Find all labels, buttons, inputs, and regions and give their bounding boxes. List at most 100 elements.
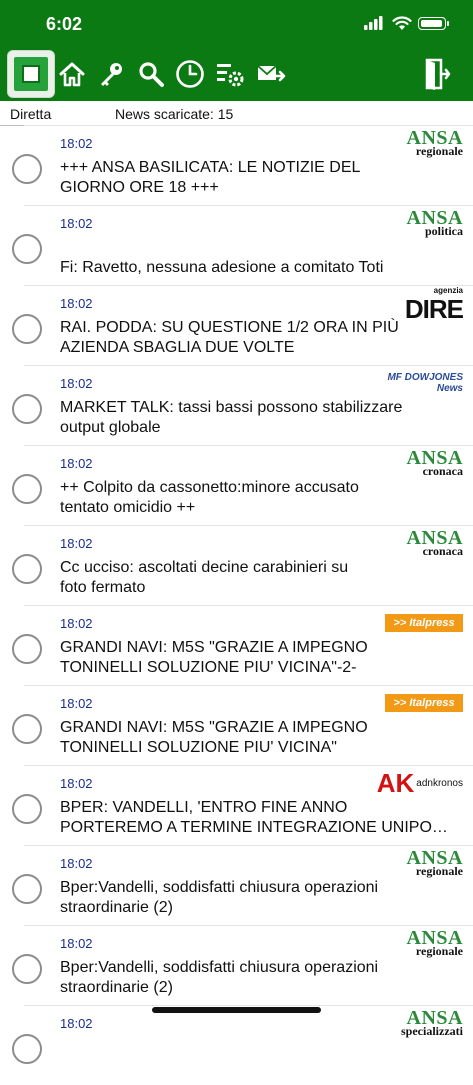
- row-divider: [24, 365, 473, 366]
- source-adn-mark: AK: [376, 768, 415, 798]
- row-divider: [24, 205, 473, 206]
- news-item[interactable]: 18:02 ANSA specializzati: [0, 1005, 473, 1085]
- status-bar: 6:02: [0, 0, 473, 50]
- app-header: 6:02: [0, 0, 473, 101]
- source-logo: ANSA regionale: [383, 928, 463, 958]
- news-time: 18:02: [60, 936, 93, 951]
- news-title[interactable]: +++ ANSA BASILICATA: LE NOTIZIE DEL GIOR…: [60, 158, 460, 198]
- mail-forward-icon[interactable]: [254, 50, 290, 98]
- home-icon[interactable]: [56, 50, 88, 98]
- source-logo: >> Italpress: [383, 688, 463, 718]
- row-divider: [24, 1005, 473, 1006]
- source-logo: ANSA regionale: [383, 848, 463, 878]
- source-logo: MF DOWJONES News: [383, 368, 463, 398]
- source-logo: ANSA cronaca: [383, 528, 463, 558]
- news-title[interactable]: MARKET TALK: tassi bassi possono stabili…: [60, 398, 460, 438]
- select-radio[interactable]: [12, 634, 42, 664]
- key-icon[interactable]: [94, 50, 128, 98]
- news-time: 18:02: [60, 616, 93, 631]
- select-radio[interactable]: [12, 154, 42, 184]
- source-logo: ANSA regionale: [383, 128, 463, 158]
- source-dire-wordmark: DIRE: [404, 293, 464, 324]
- select-radio[interactable]: [12, 954, 42, 984]
- news-item[interactable]: 18:02 MARKET TALK: tassi bassi possono st…: [0, 365, 473, 445]
- settings-icon[interactable]: [212, 50, 248, 98]
- row-divider: [24, 765, 473, 766]
- select-radio[interactable]: [12, 1034, 42, 1064]
- source-logo: agenzia DIRE: [383, 286, 464, 322]
- source-mf-news: News: [436, 383, 463, 394]
- news-time: 18:02: [60, 776, 93, 791]
- source-adn-wordmark: adnkronos: [416, 777, 463, 789]
- source-italpress-wordmark: >> Italpress: [385, 614, 463, 632]
- source-logo: ANSA specializzati: [383, 1008, 463, 1038]
- select-radio[interactable]: [12, 234, 42, 264]
- news-time: 18:02: [60, 856, 93, 871]
- news-title[interactable]: Cc ucciso: ascoltati decine carabinieri …: [60, 558, 460, 598]
- news-time: 18:02: [60, 536, 93, 551]
- select-radio[interactable]: [12, 474, 42, 504]
- live-tab[interactable]: Diretta: [10, 106, 51, 122]
- news-item[interactable]: 18:02 GRANDI NAVI: M5S "GRAZIE A IMPEGNO …: [0, 685, 473, 765]
- row-divider: [24, 685, 473, 686]
- news-item[interactable]: 18:02 ++ Colpito da cassonetto:minore acc…: [0, 445, 473, 525]
- source-ansa-section: regionale: [415, 863, 463, 878]
- source-ansa-section: cronaca: [422, 543, 463, 558]
- source-ansa-section: politica: [425, 223, 463, 238]
- toolbar: [0, 50, 473, 101]
- select-radio[interactable]: [12, 314, 42, 344]
- news-title[interactable]: BPER: VANDELLI, 'ENTRO FINE ANNO PORTERE…: [60, 798, 460, 838]
- row-divider: [24, 845, 473, 846]
- select-radio[interactable]: [12, 554, 42, 584]
- battery-icon: [418, 17, 449, 30]
- source-ansa-section: regionale: [415, 943, 463, 958]
- cellular-signal-icon: [364, 16, 383, 30]
- news-title[interactable]: ++ Colpito da cassonetto:minore accusato…: [60, 478, 460, 518]
- select-radio[interactable]: [12, 794, 42, 824]
- news-item[interactable]: 18:02 Bper:Vandelli, soddisfatti chiusura…: [0, 845, 473, 925]
- row-divider: [24, 925, 473, 926]
- source-logo: >> Italpress: [383, 608, 463, 638]
- exit-icon[interactable]: [418, 50, 454, 98]
- news-item[interactable]: 18:02 GRANDI NAVI: M5S "GRAZIE A IMPEGNO …: [0, 605, 473, 685]
- source-mf-wordmark: MF DOWJONES: [387, 372, 463, 383]
- news-time: 18:02: [60, 296, 93, 311]
- source-logo: AK adnkronos: [377, 768, 463, 798]
- select-radio[interactable]: [12, 874, 42, 904]
- downloaded-count: News scaricate: 15: [115, 106, 234, 122]
- news-title[interactable]: Bper:Vandelli, soddisfatti chiusura oper…: [60, 958, 460, 998]
- news-item[interactable]: 18:02 Cc ucciso: ascoltati decine carabin…: [0, 525, 473, 605]
- search-icon[interactable]: [134, 50, 168, 98]
- news-item[interactable]: 18:02 Bper:Vandelli, soddisfatti chiusura…: [0, 925, 473, 1005]
- row-divider: [24, 445, 473, 446]
- row-divider: [24, 125, 473, 126]
- news-item[interactable]: 18:02 Fi: Ravetto, nessuna adesione a co…: [0, 205, 473, 285]
- news-item[interactable]: 18:02 RAI. PODDA: SU QUESTIONE 1/2 ORA IN…: [0, 285, 473, 365]
- row-divider: [24, 605, 473, 606]
- news-time: 18:02: [60, 376, 93, 391]
- source-logo: ANSA cronaca: [383, 448, 463, 478]
- news-title[interactable]: GRANDI NAVI: M5S "GRAZIE A IMPEGNO TONIN…: [60, 638, 460, 678]
- select-radio[interactable]: [12, 714, 42, 744]
- source-ansa-section: cronaca: [422, 463, 463, 478]
- select-radio[interactable]: [12, 394, 42, 424]
- wifi-icon: [392, 16, 412, 30]
- news-time: 18:02: [60, 696, 93, 711]
- source-ansa-section: regionale: [415, 143, 463, 158]
- news-title[interactable]: Bper:Vandelli, soddisfatti chiusura oper…: [60, 878, 460, 918]
- news-time: 18:02: [60, 216, 93, 231]
- source-logo: ANSA politica: [383, 208, 463, 238]
- row-divider: [24, 285, 473, 286]
- news-title[interactable]: RAI. PODDA: SU QUESTIONE 1/2 ORA IN PIÙ …: [60, 318, 460, 358]
- app-logo-icon[interactable]: [8, 51, 54, 97]
- source-ansa-section: specializzati: [401, 1023, 463, 1038]
- news-item[interactable]: 18:02 BPER: VANDELLI, 'ENTRO FINE ANNO PO…: [0, 765, 473, 845]
- row-divider: [24, 525, 473, 526]
- status-time: 6:02: [46, 14, 83, 34]
- news-title[interactable]: GRANDI NAVI: M5S "GRAZIE A IMPEGNO TONIN…: [60, 718, 460, 758]
- news-time: 18:02: [60, 456, 93, 471]
- clock-icon[interactable]: [172, 50, 208, 98]
- news-item[interactable]: 18:02 +++ ANSA BASILICATA: LE NOTIZIE DEL…: [0, 125, 473, 205]
- news-status-bar: Diretta News scaricate: 15: [0, 101, 473, 126]
- news-title[interactable]: Fi: Ravetto, nessuna adesione a comitato…: [60, 238, 460, 278]
